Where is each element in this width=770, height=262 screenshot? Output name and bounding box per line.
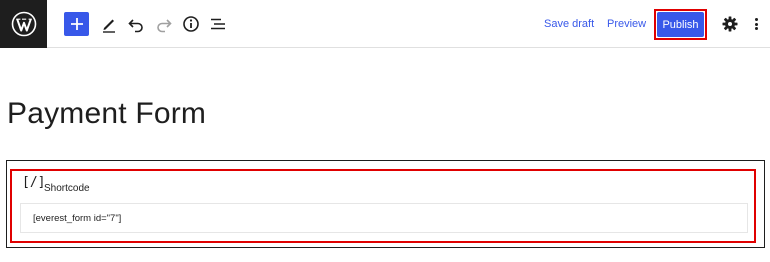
info-icon[interactable] [181, 13, 201, 35]
shortcode-input[interactable]: [everest_form id="7"] [20, 203, 748, 233]
redo-icon[interactable] [154, 13, 174, 35]
list-view-icon[interactable] [208, 13, 228, 35]
shortcode-icon: [/] [22, 175, 46, 190]
shortcode-block-label: Shortcode [44, 183, 90, 194]
gear-icon[interactable] [722, 16, 738, 32]
plus-icon [70, 18, 83, 30]
wordpress-logo-icon[interactable] [0, 0, 47, 48]
preview-button[interactable]: Preview [607, 18, 646, 30]
edit-pencil-icon[interactable] [99, 13, 119, 35]
add-block-button[interactable] [64, 12, 89, 36]
save-draft-button[interactable]: Save draft [544, 18, 594, 30]
editor-top-toolbar: Save draft Preview Publish [0, 0, 770, 48]
undo-icon[interactable] [126, 13, 146, 35]
kebab-menu-icon[interactable] [753, 16, 759, 32]
post-title[interactable]: Payment Form [7, 97, 206, 131]
publish-button[interactable]: Publish [657, 12, 704, 37]
